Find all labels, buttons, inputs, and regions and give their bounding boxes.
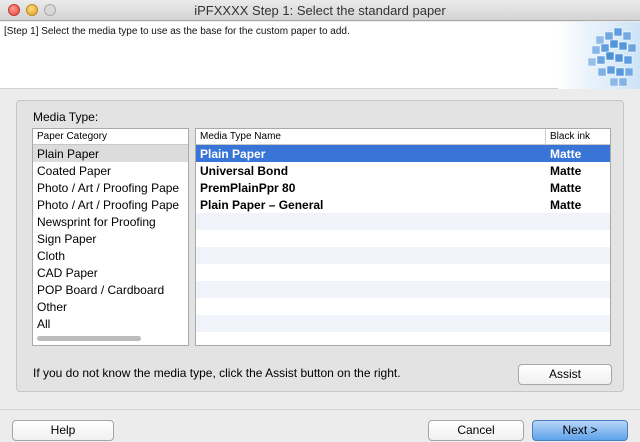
table-row[interactable]: PremPlainPpr 80 Matte [196,179,610,196]
media-type-label: Media Type: [33,110,99,124]
empty-table-row [196,247,610,264]
dialog-window: iPFXXXX Step 1: Select the standard pape… [0,0,640,442]
black-ink-cell: Matte [550,198,582,212]
media-type-name-cell: Plain Paper – General [200,198,324,212]
paper-cubes-icon [558,22,640,89]
category-item[interactable]: Cloth [33,247,188,264]
table-row[interactable]: Plain Paper – General Matte [196,196,610,213]
black-ink-cell: Matte [550,147,582,161]
category-item[interactable]: Other [33,298,188,315]
black-ink-cell: Matte [550,164,582,178]
empty-table-row [196,298,610,315]
media-type-name-cell: PremPlainPpr 80 [200,181,296,195]
category-item[interactable]: Plain Paper [33,145,188,162]
table-row[interactable]: Universal Bond Matte [196,162,610,179]
empty-table-row [196,230,610,247]
assist-hint-text: If you do not know the media type, click… [33,366,401,380]
category-horizontal-scrollbar[interactable] [37,336,141,341]
category-item[interactable]: Photo / Art / Proofing Pape [33,196,188,213]
category-item[interactable]: Photo / Art / Proofing Pape [33,179,188,196]
media-type-name-cell: Plain Paper [200,147,266,161]
title-bar: iPFXXXX Step 1: Select the standard pape… [0,0,640,21]
step-instruction: [Step 1] Select the media type to use as… [4,26,350,37]
category-item[interactable]: CAD Paper [33,264,188,281]
category-item[interactable]: POP Board / Cardboard [33,281,188,298]
empty-table-row [196,315,610,332]
column-header-media-type-name[interactable]: Media Type Name [196,129,546,144]
assist-button[interactable]: Assist [518,364,612,385]
empty-table-row [196,281,610,298]
footer-divider [0,409,640,410]
paper-category-header[interactable]: Paper Category [33,129,188,145]
category-item[interactable]: Newsprint for Proofing [33,213,188,230]
empty-table-row [196,264,610,281]
help-button[interactable]: Help [12,420,114,441]
empty-table-row [196,332,610,345]
next-button[interactable]: Next > [532,420,628,441]
media-type-table-header: Media Type Name Black ink [196,129,610,145]
media-type-name-cell: Universal Bond [200,164,289,178]
column-header-black-ink[interactable]: Black ink [546,129,610,144]
paper-category-list[interactable]: Paper Category Plain Paper Coated Paper … [32,128,189,346]
table-row[interactable]: Plain Paper Matte [196,145,610,162]
media-type-table[interactable]: Media Type Name Black ink Plain Paper Ma… [195,128,611,346]
window-title: iPFXXXX Step 1: Select the standard pape… [194,3,446,18]
black-ink-cell: Matte [550,181,582,195]
category-item[interactable]: Coated Paper [33,162,188,179]
category-item[interactable]: Sign Paper [33,230,188,247]
category-item[interactable]: All [33,315,188,332]
empty-table-row [196,213,610,230]
step-header: [Step 1] Select the media type to use as… [0,22,640,89]
cancel-button[interactable]: Cancel [428,420,524,441]
